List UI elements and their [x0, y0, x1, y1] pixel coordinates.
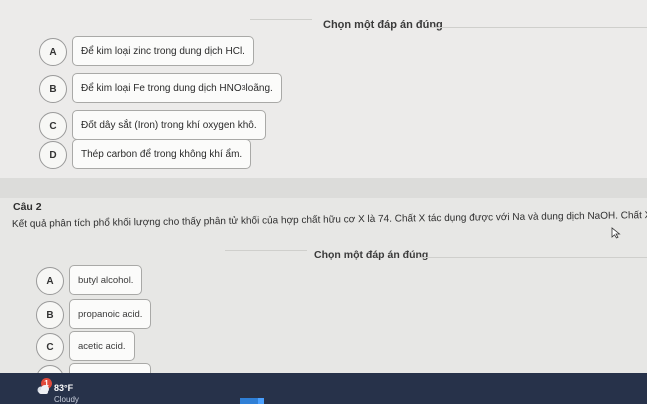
option-letter-badge[interactable]: C	[36, 333, 64, 361]
divider-q1-right	[430, 27, 647, 28]
option-letter-badge[interactable]: C	[39, 112, 67, 140]
option-text[interactable]: acetic acid.	[69, 331, 135, 361]
divider-q2-left	[225, 250, 307, 251]
q1-option-b[interactable]: B Để kim loại Fe trong dung dịch HNO 3 lo…	[39, 73, 282, 105]
option-text[interactable]: propanoic acid.	[69, 299, 152, 329]
cloud-icon	[37, 385, 49, 394]
divider-q2-right	[420, 257, 647, 258]
q2-option-b[interactable]: B propanoic acid.	[36, 299, 154, 331]
q1-option-d[interactable]: D Thép carbon để trong không khí ẩm.	[39, 139, 252, 171]
divider-q1-left	[250, 19, 312, 20]
weather-temperature: 83°F	[54, 383, 74, 393]
option-letter-badge[interactable]: A	[36, 267, 64, 295]
cursor-icon	[611, 226, 621, 239]
taskbar-app-indicator[interactable]	[240, 398, 258, 404]
q1-option-c[interactable]: C Đốt dây sắt (Iron) trong khí oxygen kh…	[39, 110, 266, 142]
weather-condition: Cloudy	[54, 395, 79, 404]
q1-option-a[interactable]: A Để kim loại zinc trong dung dịch HCl.	[39, 36, 254, 68]
option-text[interactable]: Thép carbon để trong không khí ẩm.	[72, 139, 252, 169]
option-letter-badge[interactable]: B	[36, 301, 64, 329]
question-2-label: Câu 2	[13, 201, 42, 213]
q2-option-a[interactable]: A butyl alcohol.	[36, 265, 146, 297]
page-band-middle	[0, 178, 647, 198]
option-text[interactable]: Đốt dây sắt (Iron) trong khí oxygen khô.	[72, 110, 266, 140]
answer-hint-q2: Chọn một đáp án đúng	[314, 249, 429, 261]
option-text-main: Để kim loại Fe trong dung dịch HNO	[81, 82, 242, 94]
option-letter-badge[interactable]: D	[39, 141, 67, 169]
option-text-tail: loãng.	[245, 82, 273, 94]
answer-hint-q1: Chọn một đáp án đúng	[323, 19, 443, 31]
taskbar-app-indicator[interactable]	[258, 398, 264, 404]
option-text[interactable]: Để kim loại Fe trong dung dịch HNO 3 loãn…	[72, 73, 282, 103]
option-text[interactable]: butyl alcohol.	[69, 265, 143, 295]
q2-option-c[interactable]: C acetic acid.	[36, 331, 136, 363]
option-letter-badge[interactable]: A	[39, 38, 67, 66]
option-text[interactable]: Để kim loại zinc trong dung dịch HCl.	[72, 36, 254, 66]
option-letter-badge[interactable]: B	[39, 75, 67, 103]
